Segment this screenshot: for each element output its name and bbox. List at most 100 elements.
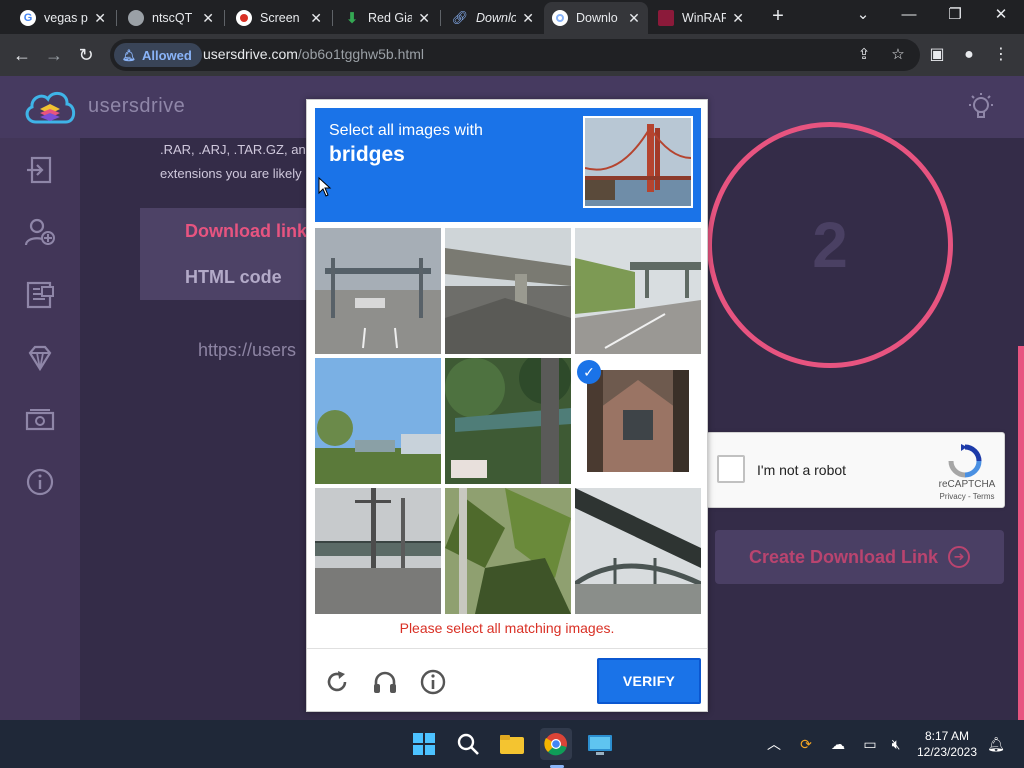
window-close-icon[interactable]: ✕ <box>986 4 1016 26</box>
close-icon[interactable]: ✕ <box>418 10 430 27</box>
download-arrow-icon: ⬇ <box>345 10 359 27</box>
notification-bell-icon[interactable]: 🔔︎ <box>986 734 1006 754</box>
challenge-divider <box>307 648 707 649</box>
tab-red-giant[interactable]: ⬇ Red Gia ✕ <box>336 4 438 32</box>
challenge-tile[interactable] <box>315 358 441 484</box>
challenge-target: bridges <box>329 143 405 166</box>
challenge-tile[interactable] <box>445 358 571 484</box>
link-tabs: Download link HTML code <box>140 208 310 300</box>
audio-challenge-icon[interactable] <box>371 668 399 696</box>
diamond-icon[interactable] <box>24 342 56 374</box>
close-icon[interactable]: ✕ <box>522 10 534 27</box>
tab-winrar[interactable]: WinRAR ✕ <box>650 4 752 32</box>
new-tab-plus-icon[interactable]: + <box>767 5 789 27</box>
tab-vegas[interactable]: G vegas p ✕ <box>12 4 114 32</box>
drive-icon <box>552 10 568 26</box>
tab-separator <box>116 10 117 26</box>
sidebar <box>0 138 80 720</box>
reload-icon[interactable]: ↻ <box>74 43 98 67</box>
lightbulb-icon[interactable] <box>966 92 996 122</box>
recaptcha-terms[interactable]: Privacy - Terms <box>935 492 999 501</box>
tab-download-link[interactable]: Download link <box>185 221 307 242</box>
chrome-taskbar-button[interactable] <box>540 728 572 760</box>
address-bar[interactable]: 🔔︎ Allowed usersdrive.com/ob6o1tgghw5b.h… <box>110 39 920 71</box>
tab-ntscqt[interactable]: ntscQT ✕ <box>120 4 222 32</box>
winrar-icon <box>658 10 674 26</box>
download-url-field[interactable]: https://users <box>198 340 296 361</box>
tab-search-chevron-icon[interactable]: ⌄ <box>848 4 878 26</box>
bookmark-star-icon[interactable]: ☆ <box>888 45 908 65</box>
permission-chip[interactable]: 🔔︎ Allowed <box>114 43 202 67</box>
menu-kebab-icon[interactable]: ⋮ <box>990 44 1012 66</box>
chrome-icon <box>544 733 567 756</box>
remote-desktop-icon[interactable] <box>584 728 616 760</box>
browser-tab-bar: G vegas p ✕ ntscQT ✕ Screen ✕ ⬇ Red Gia … <box>0 0 1024 34</box>
maximize-icon[interactable]: ❐ <box>940 4 970 26</box>
windows-start-icon[interactable] <box>408 728 440 760</box>
close-icon[interactable]: ✕ <box>732 10 744 27</box>
brand-name[interactable]: usersdrive <box>88 95 185 118</box>
reload-challenge-icon[interactable] <box>323 668 351 696</box>
link-icon: 🔗︎ <box>451 10 469 25</box>
tab-html-code[interactable]: HTML code <box>185 267 282 288</box>
search-icon[interactable] <box>452 728 484 760</box>
permission-chip-label: Allowed <box>141 47 192 63</box>
close-icon[interactable]: ✕ <box>628 10 640 27</box>
sync-icon[interactable]: ⟳ <box>796 734 816 754</box>
recaptcha-logo-icon <box>948 444 982 478</box>
back-arrow-icon[interactable]: ← <box>10 43 34 67</box>
login-icon[interactable] <box>24 154 56 186</box>
volume-muted-icon[interactable]: 🔇︎ <box>886 734 906 754</box>
network-icon[interactable]: ▭ <box>860 734 880 754</box>
side-panel-icon[interactable]: ▣ <box>926 44 948 66</box>
clock-time: 8:17 AM <box>924 729 970 743</box>
info-icon[interactable] <box>24 466 56 498</box>
challenge-image-grid: ✓ <box>315 228 701 614</box>
scrollbar[interactable] <box>1018 346 1024 720</box>
challenge-tile-selected[interactable]: ✓ <box>575 358 701 484</box>
url-path: /ob6o1tgghw5b.html <box>297 46 425 62</box>
windows-taskbar: ︿ ⟳ ☁ ▭ 🔇︎ 8:17 AM 12/23/2023 🔔︎ <box>0 720 1024 768</box>
challenge-tile[interactable] <box>575 228 701 354</box>
files-icon[interactable] <box>24 278 56 310</box>
tab-download-1[interactable]: 🔗︎ Downlo ✕ <box>444 4 542 32</box>
forward-arrow-icon[interactable]: → <box>42 43 66 67</box>
browser-toolbar: ← → ↻ 🔔︎ Allowed usersdrive.com/ob6o1tgg… <box>0 34 1024 76</box>
share-icon[interactable]: ⇪ <box>854 45 874 65</box>
add-user-icon[interactable] <box>24 216 56 248</box>
profile-icon[interactable]: ● <box>958 44 980 66</box>
tab-label: vegas p <box>44 11 88 25</box>
challenge-tile[interactable] <box>445 228 571 354</box>
tab-label: Red Gia <box>368 11 413 25</box>
globe-icon <box>128 10 144 26</box>
challenge-header: Select all images with bridges <box>315 108 701 222</box>
captcha-challenge-dialog: Select all images with bridges ✓ Please … <box>306 99 708 712</box>
info-icon[interactable] <box>419 668 447 696</box>
taskbar-clock[interactable]: 8:17 AM 12/23/2023 <box>912 728 982 760</box>
tab-screen[interactable]: Screen ✕ <box>228 4 330 32</box>
url-text[interactable]: usersdrive.com/ob6o1tgghw5b.html <box>203 46 424 62</box>
tab-label: Downlo <box>576 11 618 25</box>
recaptcha-checkbox[interactable] <box>717 455 745 483</box>
tab-label: WinRAR <box>682 11 727 25</box>
challenge-tile[interactable] <box>445 488 571 614</box>
create-download-link-button[interactable]: Create Download Link ➜ <box>715 530 1004 584</box>
chevron-up-icon[interactable]: ︿ <box>764 734 784 754</box>
bell-icon: 🔔︎ <box>122 49 136 62</box>
challenge-tile[interactable] <box>315 228 441 354</box>
create-download-link-label: Create Download Link <box>748 546 939 567</box>
supported-formats-text: .RAR, .ARJ, .TAR.GZ, and . extensions yo… <box>160 142 321 181</box>
close-icon[interactable]: ✕ <box>202 10 214 27</box>
file-explorer-icon[interactable] <box>496 728 528 760</box>
tab-download-active[interactable]: Downlo ✕ <box>544 2 648 34</box>
cloud-offline-icon[interactable]: ☁ <box>828 734 848 754</box>
verify-button[interactable]: VERIFY <box>597 658 701 704</box>
close-icon[interactable]: ✕ <box>94 10 106 27</box>
challenge-tile[interactable] <box>575 488 701 614</box>
arrow-right-circle-icon: ➜ <box>948 546 971 568</box>
money-icon[interactable] <box>24 404 56 436</box>
clock-date: 12/23/2023 <box>916 745 978 759</box>
minimize-icon[interactable]: — <box>894 4 924 26</box>
challenge-tile[interactable] <box>315 488 441 614</box>
close-icon[interactable]: ✕ <box>310 10 322 27</box>
